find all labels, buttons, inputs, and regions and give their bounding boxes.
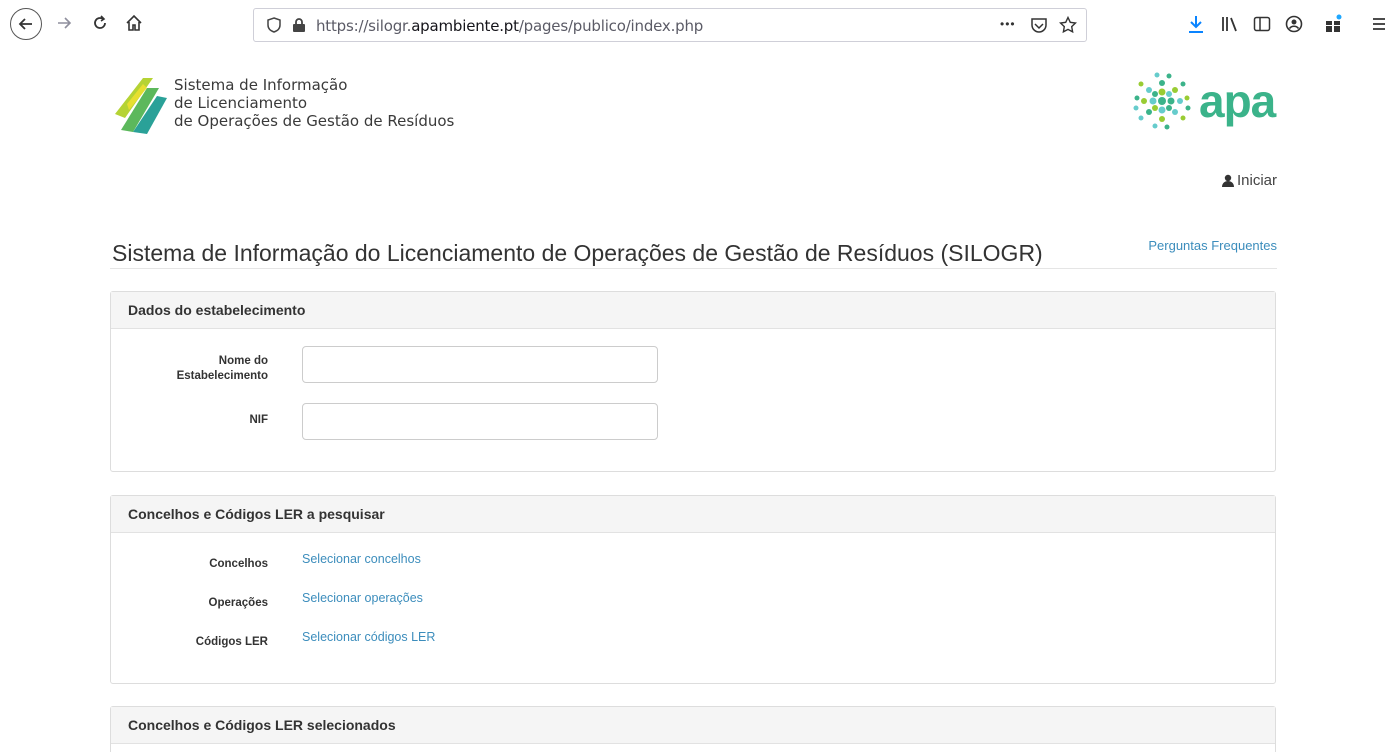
select-operacoes-link[interactable]: Selecionar operações: [302, 591, 423, 605]
menu-icon[interactable]: [1372, 17, 1385, 31]
apa-wordmark: apa: [1199, 75, 1276, 127]
silogr-logo-icon: [115, 78, 167, 134]
apa-logo: apa: [1127, 68, 1276, 139]
panel-search-heading: Concelhos e Códigos LER a pesquisar: [111, 496, 1275, 533]
login-label: Iniciar: [1236, 172, 1277, 189]
codigos-ler-label: Códigos LER: [195, 636, 268, 648]
browser-toolbar: https://silogr.apambiente.pt/pages/publi…: [0, 0, 1385, 52]
url-prefix: https://silogr.: [316, 17, 412, 35]
nif-input[interactable]: [302, 403, 658, 440]
panel-selected: Concelhos e Códigos LER selecionados: [110, 706, 1276, 752]
panel-establishment-heading: Dados do estabelecimento: [111, 292, 1275, 329]
concelhos-label: Concelhos: [209, 558, 268, 570]
establishment-name-label: Nome do Estabelecimento: [177, 354, 268, 384]
login-link[interactable]: Iniciar: [1221, 172, 1277, 189]
back-button[interactable]: [10, 8, 42, 40]
logo-line-1: Sistema de Informação: [174, 76, 348, 94]
page-title: Sistema de Informação do Licenciamento d…: [112, 240, 1043, 266]
reload-icon: [94, 15, 106, 29]
reload-button[interactable]: [86, 9, 114, 37]
select-codigos-ler-link[interactable]: Selecionar códigos LER: [302, 630, 435, 644]
home-button[interactable]: [120, 9, 148, 37]
panel-establishment: Dados do estabelecimento Nome do Estabel…: [110, 291, 1276, 472]
establishment-name-label-line2: Estabelecimento: [176, 370, 268, 382]
home-icon: [126, 14, 142, 31]
url-path: /pages/publico/index.php: [518, 17, 704, 35]
url-domain: apambiente.pt: [411, 17, 519, 35]
pocket-icon[interactable]: [1030, 16, 1048, 34]
arrow-left-icon: [18, 18, 32, 30]
download-icon[interactable]: [1187, 14, 1205, 34]
forward-button[interactable]: [50, 9, 78, 37]
account-icon[interactable]: [1284, 14, 1304, 34]
user-icon: [1221, 174, 1234, 187]
library-icon[interactable]: [1220, 15, 1240, 33]
logo-line-2: de Licenciamento: [174, 94, 308, 112]
logo-line-3: de Operações de Gestão de Resíduos: [174, 112, 455, 130]
establishment-name-input[interactable]: [302, 346, 658, 383]
tracking-shield-icon: [267, 17, 281, 33]
operacoes-label: Operações: [208, 597, 268, 609]
sidebar-icon[interactable]: [1253, 15, 1271, 33]
panel-search-criteria: Concelhos e Códigos LER a pesquisar Conc…: [110, 495, 1276, 684]
nif-label: NIF: [249, 414, 268, 426]
silogr-logo-text: Sistema de Informação de Licenciamento d…: [174, 76, 454, 130]
lock-icon: [293, 18, 305, 32]
panel-selected-heading: Concelhos e Códigos LER selecionados: [111, 707, 1275, 744]
faq-link[interactable]: Perguntas Frequentes: [1148, 238, 1277, 253]
address-bar[interactable]: https://silogr.apambiente.pt/pages/publi…: [253, 8, 1087, 42]
title-divider: [110, 268, 1277, 269]
establishment-name-label-line1: Nome do: [218, 355, 268, 367]
apa-flower-icon: [1133, 72, 1191, 130]
extension-icon[interactable]: [1324, 14, 1344, 34]
select-concelhos-link[interactable]: Selecionar concelhos: [302, 552, 421, 566]
bookmark-star-icon[interactable]: [1059, 16, 1077, 34]
page-actions-icon[interactable]: •••: [1000, 17, 1016, 31]
url-text[interactable]: https://silogr.apambiente.pt/pages/publi…: [316, 17, 703, 35]
arrow-right-icon: [58, 17, 72, 29]
